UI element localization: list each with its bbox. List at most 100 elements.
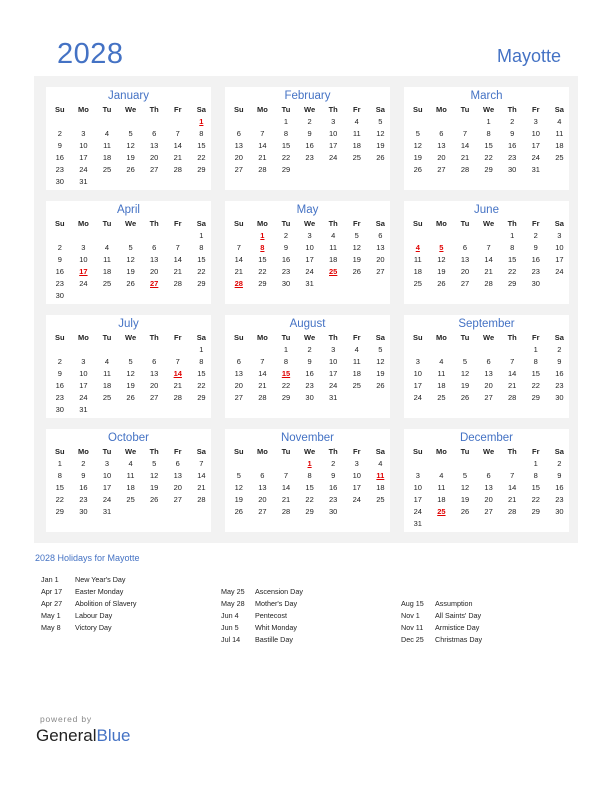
day-cell: 9 (557, 471, 562, 480)
weekday-header: Th (507, 333, 517, 342)
day-cell: 22 (484, 153, 493, 162)
weekday-header: Th (328, 333, 338, 342)
holiday-name: Whit Monday (255, 623, 297, 632)
day-cell: 22 (55, 495, 64, 504)
holiday-date: Jul 14 (221, 635, 241, 644)
empty-cell (227, 344, 251, 356)
day-cell: 4 (557, 117, 562, 126)
day-cell: 30 (305, 393, 314, 402)
day-cell: 7 (283, 471, 289, 480)
holiday-date: May 8 (41, 623, 61, 632)
day-cell: 28 (258, 165, 267, 174)
weekday-header: We (483, 333, 495, 342)
weekday-header: Mo (256, 219, 268, 228)
month-april: April Su Mo Tu We Th Fr Sa 1 2 3 4 5 6 7 8 9 10 11 12 13 14 15… (46, 201, 211, 304)
month-title: August (289, 318, 326, 330)
weekday-header: Sa (196, 105, 206, 114)
day-cell: 30 (508, 165, 517, 174)
holiday-name: New Year's Day (75, 575, 126, 584)
day-cell: 24 (79, 165, 88, 174)
empty-cell (119, 344, 143, 356)
day-cell: 18 (352, 141, 361, 150)
day-cell: 19 (460, 495, 470, 504)
holiday-day-cell: 25 (437, 507, 446, 516)
day-cell: 15 (531, 369, 540, 378)
day-cell: 18 (329, 255, 338, 264)
weekday-header: Sa (375, 333, 385, 342)
weekday-header: Mo (435, 219, 447, 228)
day-cell: 23 (329, 495, 338, 504)
day-cell: 6 (486, 471, 491, 480)
weekday-header: Su (55, 105, 65, 114)
month-title: February (284, 90, 331, 102)
month-title: December (459, 432, 514, 444)
day-cell: 25 (376, 495, 385, 504)
day-cell: 7 (510, 471, 515, 480)
day-cell: 3 (415, 471, 420, 480)
empty-cell (72, 344, 96, 356)
day-cell: 27 (376, 267, 385, 276)
day-cell: 10 (79, 369, 88, 378)
day-cell: 3 (81, 357, 86, 366)
day-cell: 17 (329, 141, 338, 150)
holiday-item: May 1 Labour Day (41, 610, 221, 622)
day-cell: 15 (305, 483, 314, 492)
day-cell: 4 (331, 231, 336, 240)
holiday-item: Jan 1 New Year's Day (41, 574, 221, 586)
day-cell: 19 (376, 141, 385, 150)
day-cell: 15 (197, 255, 206, 264)
holiday-name: Victory Day (75, 623, 112, 632)
holiday-name: Abolition of Slavery (75, 599, 137, 608)
day-cell: 18 (555, 141, 564, 150)
weekday-header: Su (234, 105, 244, 114)
day-cell: 13 (150, 255, 159, 264)
brand-logo: GeneralBlue (36, 726, 131, 746)
weekday-header: We (125, 333, 137, 342)
weekday-header: Mo (256, 333, 268, 342)
empty-cell (48, 344, 72, 356)
day-cell: 16 (55, 153, 64, 162)
day-cell: 9 (283, 243, 289, 252)
day-cell: 26 (376, 381, 385, 390)
day-cell: 9 (307, 357, 312, 366)
empty-cell (251, 116, 275, 128)
holiday-day-cell: 5 (439, 243, 444, 252)
empty-cell (430, 344, 454, 356)
day-cell: 8 (283, 357, 289, 366)
day-cell: 29 (55, 507, 64, 516)
day-cell: 1 (283, 345, 289, 354)
day-cell: 3 (81, 129, 86, 138)
day-cell: 11 (352, 129, 361, 138)
day-cell: 5 (128, 243, 133, 252)
weekday-header: Tu (281, 219, 291, 228)
weekday-header: We (304, 333, 316, 342)
day-cell: 11 (103, 369, 111, 378)
day-cell: 7 (175, 357, 180, 366)
weekday-header: Fr (174, 447, 182, 456)
holiday-name: Labour Day (75, 611, 113, 620)
day-cell: 28 (173, 393, 182, 402)
day-cell: 4 (354, 117, 359, 126)
brand-blue: Blue (96, 726, 131, 745)
holiday-date: May 28 (221, 599, 245, 608)
empty-cell (406, 230, 430, 242)
day-cell: 4 (128, 459, 133, 468)
day-cell: 5 (378, 345, 383, 354)
day-cell: 31 (102, 507, 112, 516)
day-cell: 3 (81, 243, 86, 252)
holiday-name: Pentecost (255, 611, 287, 620)
weekday-header: Mo (77, 333, 89, 342)
weekday-header: Th (507, 447, 517, 456)
month-title: July (118, 318, 139, 330)
holiday-day-cell: 17 (79, 267, 88, 276)
weekday-header: Tu (281, 105, 291, 114)
holiday-item: May 8 Victory Day (41, 622, 221, 634)
day-cell: 18 (102, 381, 112, 390)
day-cell: 8 (510, 243, 515, 252)
day-cell: 18 (352, 369, 361, 378)
day-cell: 21 (173, 267, 182, 276)
day-cell: 21 (484, 267, 493, 276)
day-cell: 29 (197, 279, 206, 288)
day-cell: 25 (352, 381, 361, 390)
day-cell: 19 (352, 255, 361, 264)
